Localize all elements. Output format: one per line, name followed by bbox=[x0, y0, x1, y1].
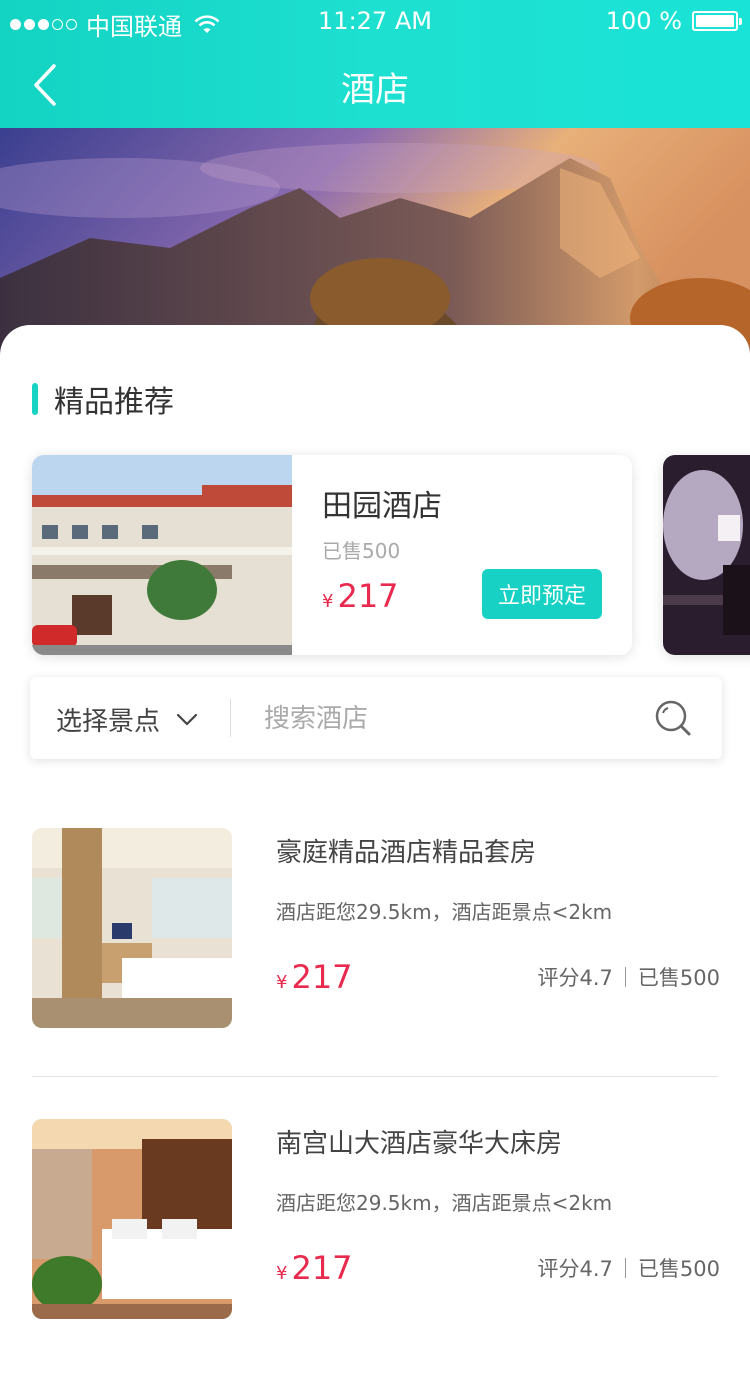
hotel-sold-count: 已售500 bbox=[637, 966, 720, 990]
recommend-price: ¥217 bbox=[322, 577, 399, 615]
hotel-rating: 评分4.7 bbox=[537, 966, 613, 990]
status-right: 100 % bbox=[605, 7, 742, 35]
hotel-price: ¥217 bbox=[276, 958, 353, 996]
price-value: 217 bbox=[291, 958, 353, 996]
hotel-sold-count: 已售500 bbox=[637, 1257, 720, 1281]
battery-label: 100 % bbox=[605, 7, 682, 35]
list-divider bbox=[32, 1076, 718, 1077]
recommend-hotel-name: 田园酒店 bbox=[322, 489, 442, 524]
search-input[interactable] bbox=[264, 697, 634, 741]
hotel-distance: 酒店距您29.5km，酒店距景点<2km bbox=[276, 900, 613, 924]
recommend-card-next[interactable] bbox=[663, 455, 750, 655]
meta-divider bbox=[624, 967, 626, 987]
hotel-meta: 评分4.7 已售500 bbox=[538, 1253, 721, 1283]
hotel-name: 南宫山大酒店豪华大床房 bbox=[276, 1129, 563, 1159]
currency-symbol: ¥ bbox=[276, 972, 288, 993]
nav-bar: 酒店 bbox=[0, 40, 750, 128]
meta-divider bbox=[624, 1258, 626, 1278]
search-icon[interactable] bbox=[654, 699, 692, 737]
chevron-down-icon bbox=[176, 713, 198, 726]
currency-symbol: ¥ bbox=[276, 1263, 288, 1284]
book-now-button[interactable]: 立即预定 bbox=[482, 569, 602, 619]
hotel-distance: 酒店距您29.5km，酒店距景点<2km bbox=[276, 1191, 613, 1215]
hotel-photo bbox=[32, 455, 292, 655]
hotel-list-item[interactable]: 南宫山大酒店豪华大床房 酒店距您29.5km，酒店距景点<2km ¥217 评分… bbox=[32, 1119, 722, 1319]
page-title: 酒店 bbox=[341, 70, 409, 110]
section-accent-bar bbox=[32, 383, 38, 415]
app-header: 中国联通 11:27 AM 100 % 酒店 bbox=[0, 0, 750, 128]
recommend-sold-count: 已售500 bbox=[322, 539, 401, 563]
main-content: 精品推荐 田园酒店 已售500 ¥217 立即预定 选择景点 搜索酒店 豪庭精品… bbox=[0, 325, 750, 1388]
section-title: 精品推荐 bbox=[54, 385, 174, 420]
scenic-spot-select[interactable]: 选择景点 bbox=[56, 701, 198, 738]
room-photo bbox=[32, 828, 232, 1028]
hotel-rating: 评分4.7 bbox=[537, 1257, 613, 1281]
hotel-photo bbox=[663, 455, 750, 655]
hotel-price: ¥217 bbox=[276, 1249, 353, 1287]
hotel-meta: 评分4.7 已售500 bbox=[538, 962, 721, 992]
status-bar: 中国联通 11:27 AM 100 % bbox=[0, 0, 750, 41]
hotel-name: 豪庭精品酒店精品套房 bbox=[276, 838, 537, 868]
room-photo bbox=[32, 1119, 232, 1319]
price-value: 217 bbox=[291, 1249, 353, 1287]
search-divider bbox=[230, 699, 231, 737]
scenic-spot-label: 选择景点 bbox=[56, 707, 161, 737]
recommend-card[interactable]: 田园酒店 已售500 ¥217 立即预定 bbox=[32, 455, 632, 655]
currency-symbol: ¥ bbox=[322, 591, 334, 612]
hotel-list-item[interactable]: 豪庭精品酒店精品套房 酒店距您29.5km，酒店距景点<2km ¥217 评分4… bbox=[32, 828, 722, 1028]
battery-icon bbox=[692, 11, 742, 31]
search-bar: 选择景点 bbox=[30, 677, 722, 759]
price-value: 217 bbox=[337, 577, 399, 615]
section-header: 精品推荐 bbox=[32, 377, 174, 421]
